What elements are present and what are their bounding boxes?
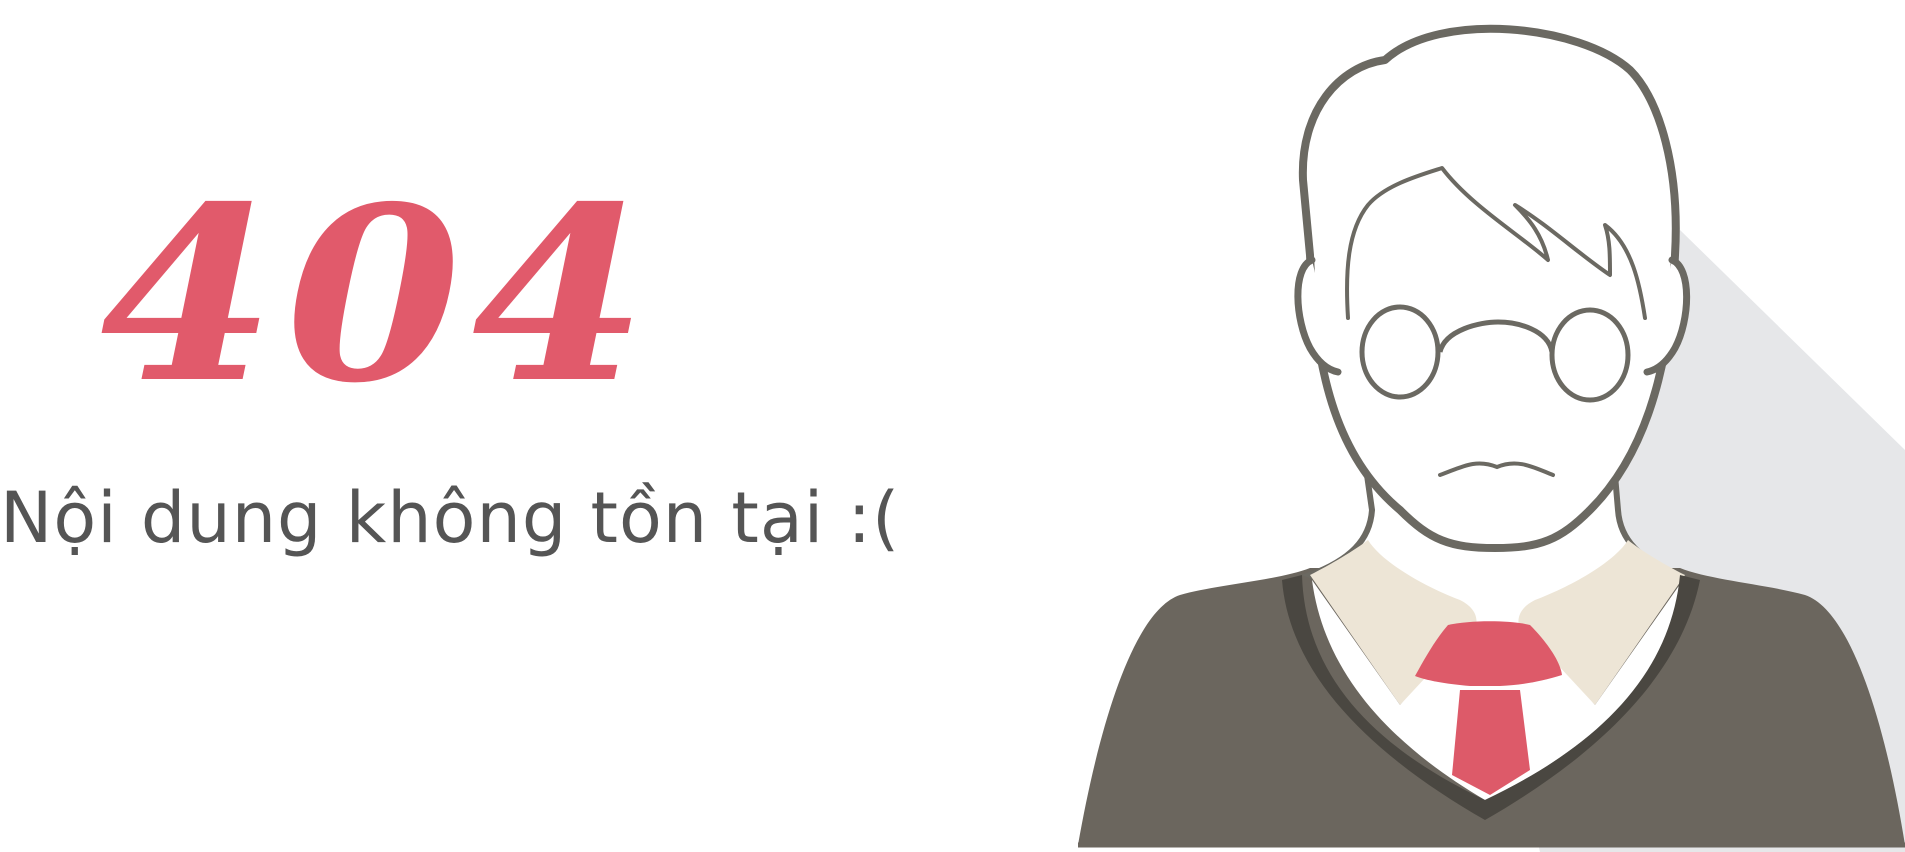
head (1298, 24, 1680, 552)
error-code: 404 (100, 154, 658, 436)
error-message: Nội dung không tồn tại :( (0, 477, 901, 559)
glasses-left-lens (1359, 304, 1441, 400)
man-with-glasses-illustration-icon (1078, 24, 1905, 852)
error-page: 404 Nội dung không tồn tại :( (0, 0, 1905, 852)
glasses-right-lens (1549, 307, 1631, 403)
